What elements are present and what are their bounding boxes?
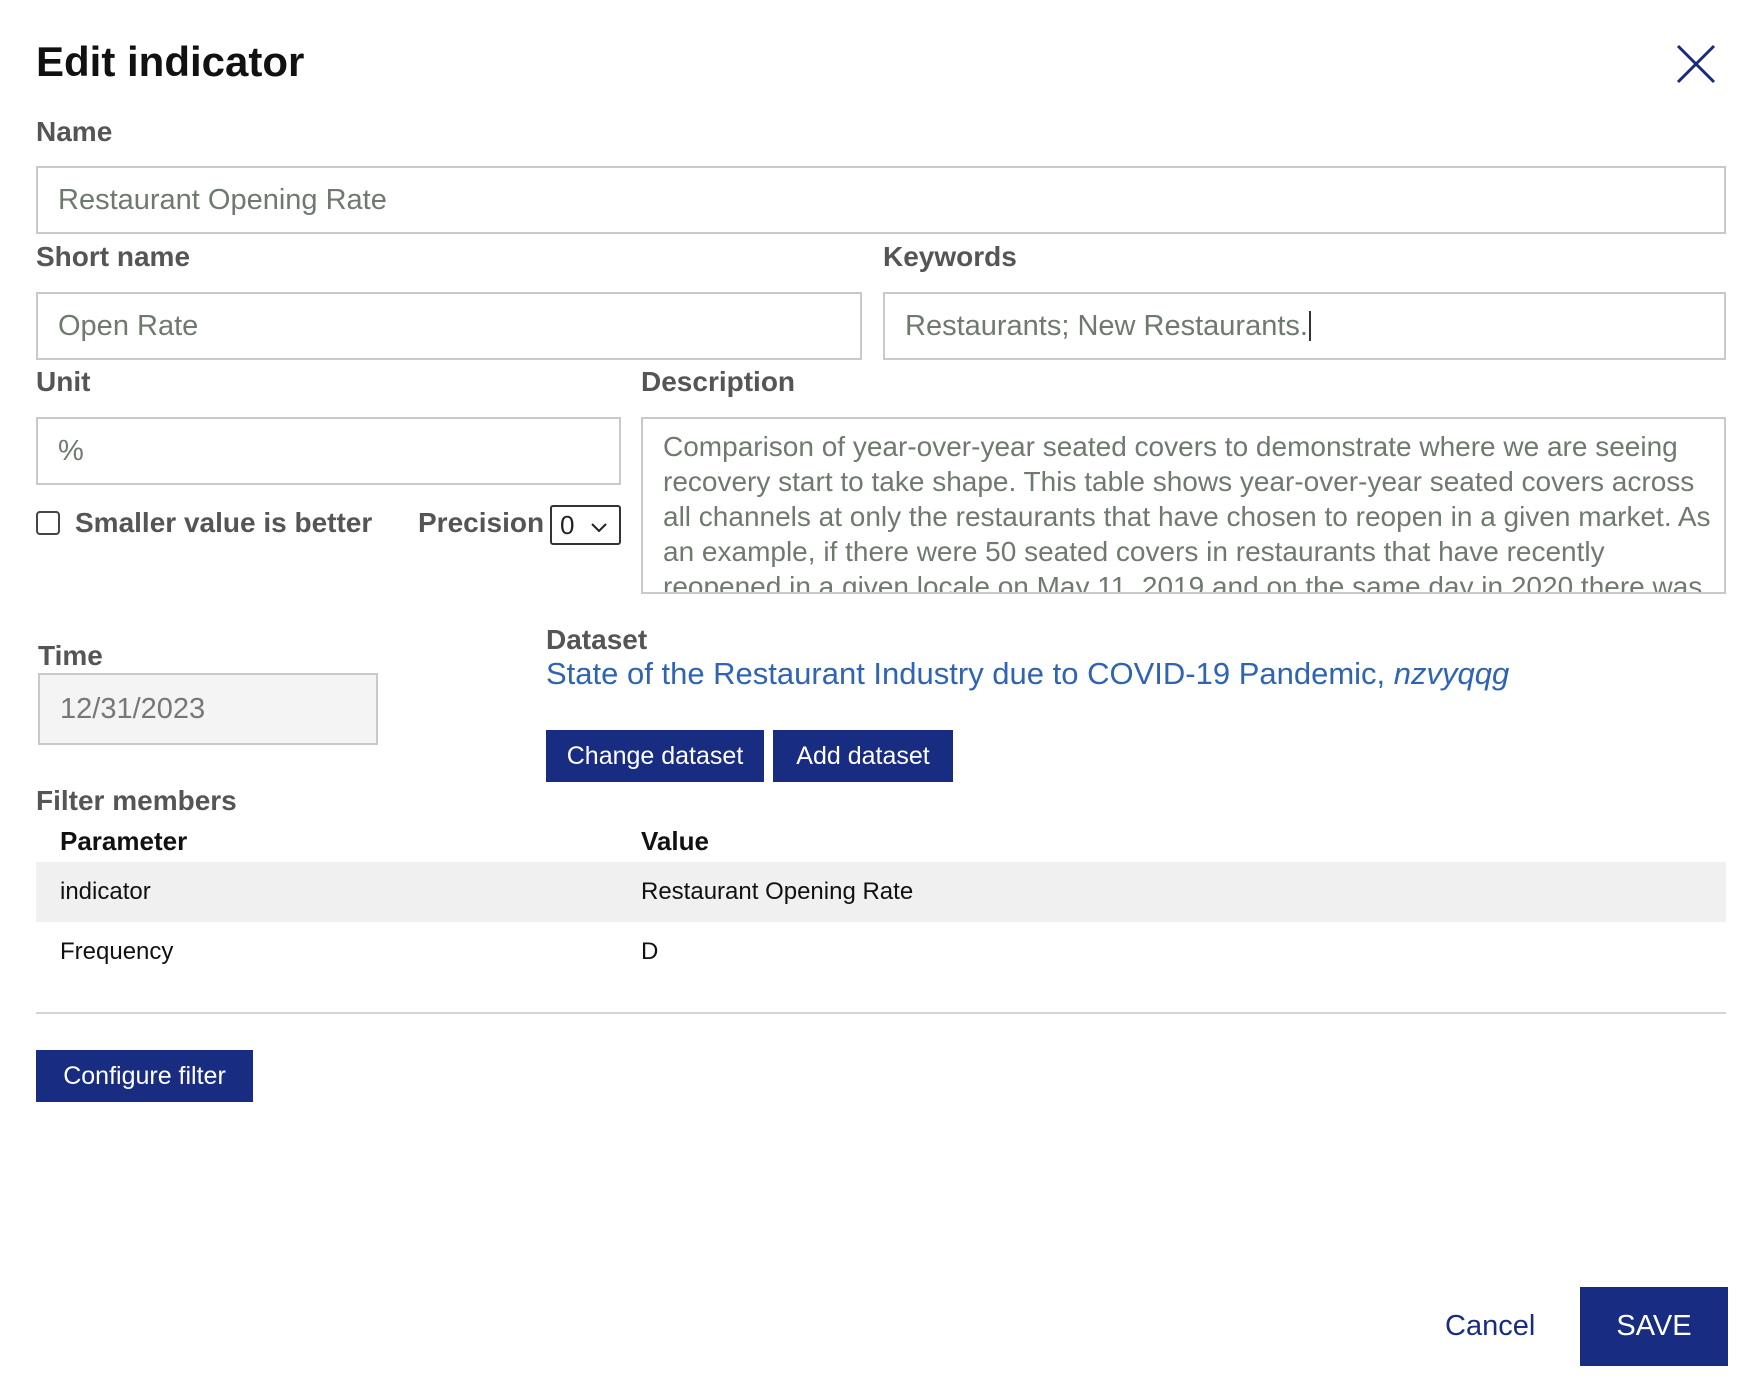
time-value: 12/31/2023 <box>60 692 206 725</box>
short-name-input[interactable]: Open Rate <box>36 292 862 360</box>
smaller-better-checkbox[interactable] <box>36 511 60 535</box>
text-caret <box>1308 311 1311 341</box>
precision-select[interactable]: 0 <box>550 505 621 545</box>
row-parameter: Frequency <box>60 938 174 965</box>
dataset-name: State of the Restaurant Industry due to … <box>546 656 1386 691</box>
keywords-label: Keywords <box>883 241 1017 272</box>
table-row: Frequency D <box>36 922 1726 982</box>
column-header-value: Value <box>641 826 709 856</box>
unit-input[interactable]: % <box>36 417 621 485</box>
keywords-input[interactable]: Restaurants; New Restaurants. <box>883 292 1726 360</box>
row-value: D <box>641 938 659 965</box>
chevron-down-icon <box>589 513 609 533</box>
name-input[interactable]: Restaurant Opening Rate <box>36 166 1726 234</box>
unit-label: Unit <box>36 366 91 397</box>
dialog-title: Edit indicator <box>36 38 305 85</box>
precision-value: 0 <box>560 509 575 540</box>
description-label: Description <box>641 366 796 397</box>
table-row: indicator Restaurant Opening Rate <box>36 862 1726 922</box>
unit-value: % <box>58 434 84 467</box>
description-textarea[interactable]: Comparison of year-over-year seated cove… <box>641 417 1726 594</box>
short-name-label: Short name <box>36 241 191 272</box>
column-header-parameter: Parameter <box>60 826 188 856</box>
close-icon[interactable] <box>1672 40 1720 88</box>
precision-label: Precision <box>418 507 545 538</box>
row-parameter: indicator <box>60 878 151 905</box>
divider <box>36 1012 1726 1014</box>
row-value: Restaurant Opening Rate <box>641 878 914 905</box>
dataset-label: Dataset <box>546 624 648 655</box>
name-label: Name <box>36 116 113 147</box>
smaller-better-label[interactable]: Smaller value is better <box>75 507 372 539</box>
add-dataset-button[interactable]: Add dataset <box>773 730 953 782</box>
short-name-value: Open Rate <box>58 309 199 342</box>
filter-members-label: Filter members <box>36 785 237 816</box>
name-value: Restaurant Opening Rate <box>58 183 387 216</box>
dataset-id: nzvyqqg <box>1393 656 1510 691</box>
cancel-button[interactable]: Cancel <box>1445 1310 1535 1343</box>
time-input: 12/31/2023 <box>38 673 378 745</box>
time-label: Time <box>38 640 103 671</box>
save-button[interactable]: SAVE <box>1580 1287 1728 1366</box>
dataset-link[interactable]: State of the Restaurant Industry due to … <box>546 656 1509 692</box>
keywords-value: Restaurants; New Restaurants. <box>905 309 1308 342</box>
configure-filter-button[interactable]: Configure filter <box>36 1050 253 1102</box>
change-dataset-button[interactable]: Change dataset <box>546 730 764 782</box>
